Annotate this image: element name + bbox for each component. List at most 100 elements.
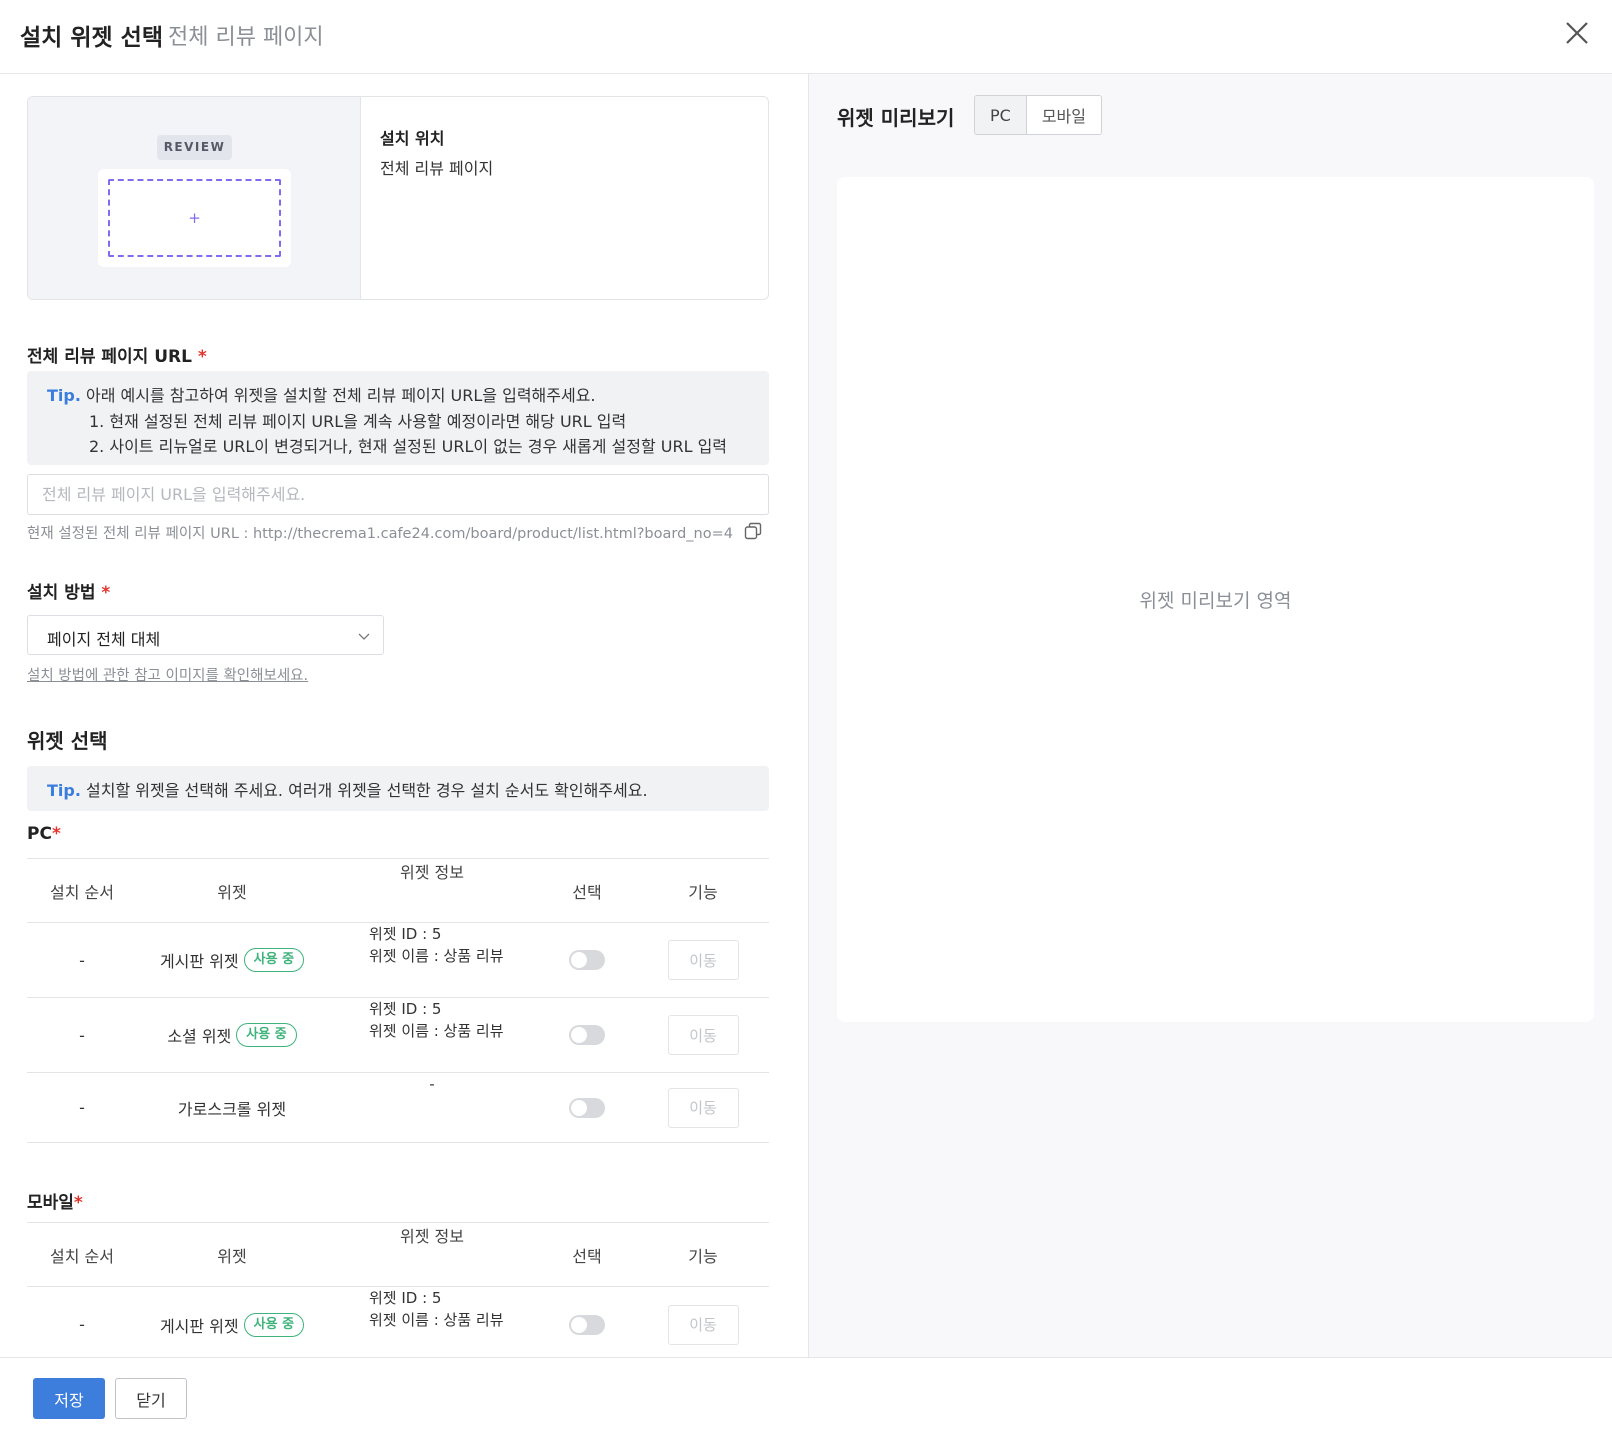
install-method-help-link[interactable]: 설치 방법에 관한 참고 이미지를 확인해보세요.	[27, 664, 308, 685]
tip-label: Tip.	[47, 781, 81, 800]
widget-name-cell: 게시판 위젯 사용 중	[137, 923, 327, 997]
tip-text: 아래 예시를 참고하여 위젯을 설치할 전체 리뷰 페이지 URL을 입력해주세…	[86, 386, 596, 405]
location-illustration: REVIEW +	[28, 97, 361, 299]
move-button[interactable]: 이동	[667, 1015, 739, 1055]
column-header-select: 선택	[572, 1246, 602, 1266]
widget-select-toggle[interactable]	[569, 1097, 605, 1118]
table-row: - 게시판 위젯 사용 중 위젯 ID : 5 위젯 이름 : 상품 리뷰 이동	[27, 923, 769, 998]
install-method-value: 페이지 전체 대체	[47, 630, 161, 649]
table-row: - 가로스크롤 위젯 - 이동	[27, 1073, 769, 1143]
current-url-text: 현재 설정된 전체 리뷰 페이지 URL : http://thecrema1.…	[27, 526, 733, 542]
widget-id: 위젯 ID : 5	[369, 925, 442, 943]
tab-mobile[interactable]: 모바일	[1026, 96, 1101, 134]
column-header-info: 위젯 정보	[400, 1227, 464, 1246]
mobile-label-text: 모바일	[27, 1193, 74, 1213]
settings-panel: REVIEW + 설치 위치 전체 리뷰 페이지 전체 리뷰 페이지 URL *…	[0, 74, 808, 1357]
location-value: 전체 리뷰 페이지	[380, 159, 494, 178]
tip-label: Tip.	[47, 386, 81, 405]
required-mark: *	[197, 347, 207, 367]
select-cell	[537, 998, 637, 1072]
illustration-frame: +	[98, 169, 291, 267]
widget-name: 게시판 위젯	[159, 1316, 239, 1336]
widget-title: 위젯 이름 : 상품 리뷰	[369, 947, 504, 965]
toggle-knob	[571, 1027, 587, 1043]
install-order: -	[79, 950, 85, 970]
review-page-url-input[interactable]	[27, 474, 769, 515]
url-tip-line-3: 2. 사이트 리뉴얼로 URL이 변경되거나, 현재 설정된 URL이 없는 경…	[89, 437, 728, 456]
table-row: - 소셜 위젯 사용 중 위젯 ID : 5 위젯 이름 : 상품 리뷰 이동	[27, 998, 769, 1073]
widget-id: 위젯 ID : 5	[369, 1000, 442, 1018]
column-header-select: 선택	[572, 882, 602, 902]
select-cell	[537, 1073, 637, 1142]
toggle-knob	[571, 1099, 587, 1116]
move-button[interactable]: 이동	[667, 1304, 739, 1345]
toggle-knob	[571, 952, 587, 968]
move-button[interactable]: 이동	[667, 1087, 739, 1128]
widget-tip-box: Tip. 설치할 위젯을 선택해 주세요. 여러개 위젯을 선택한 경우 설치 …	[27, 766, 769, 811]
widget-name: 소셜 위젯	[167, 1027, 232, 1046]
close-button[interactable]: 닫기	[115, 1378, 187, 1419]
method-label-text: 설치 방법	[27, 583, 96, 603]
widget-name-cell: 소셜 위젯 사용 중	[137, 998, 327, 1072]
modal-header: 설치 위젯 선택 전체 리뷰 페이지	[0, 0, 1612, 74]
widget-name-cell: 게시판 위젯 사용 중	[137, 1287, 327, 1357]
widget-select-toggle[interactable]	[569, 1025, 605, 1045]
widget-info-cell: -	[327, 1073, 537, 1142]
toggle-knob	[571, 1316, 587, 1333]
widget-info-cell: 위젯 ID : 5 위젯 이름 : 상품 리뷰	[327, 998, 537, 1072]
pc-table-label: PC*	[27, 824, 61, 844]
install-method-select[interactable]: 페이지 전체 대체	[27, 615, 384, 655]
in-use-badge: 사용 중	[236, 1023, 297, 1047]
save-button[interactable]: 저장	[33, 1378, 105, 1419]
column-header-function: 기능	[688, 882, 718, 902]
preview-device-toggle: PC 모바일	[974, 95, 1102, 135]
review-badge: REVIEW	[157, 135, 232, 160]
widget-name-cell: 가로스크롤 위젯	[137, 1073, 327, 1142]
function-cell: 이동	[637, 1287, 769, 1357]
widget-title: 위젯 이름 : 상품 리뷰	[369, 1311, 504, 1329]
widget-slot-placeholder: +	[108, 179, 281, 257]
widget-select-toggle[interactable]	[569, 950, 605, 970]
widget-info-cell: 위젯 ID : 5 위젯 이름 : 상품 리뷰	[327, 923, 537, 997]
widget-info-cell: 위젯 ID : 5 위젯 이름 : 상품 리뷰	[327, 1287, 537, 1357]
function-cell: 이동	[637, 998, 769, 1072]
method-section-label: 설치 방법 *	[27, 578, 110, 603]
preview-title: 위젯 미리보기	[837, 106, 955, 130]
close-icon[interactable]	[1562, 18, 1592, 48]
modal-subtitle: 전체 리뷰 페이지	[168, 25, 324, 50]
move-button[interactable]: 이동	[667, 940, 739, 980]
widget-id: 위젯 ID : 5	[369, 1289, 442, 1307]
install-location-card: REVIEW + 설치 위치 전체 리뷰 페이지	[27, 96, 769, 300]
tab-pc[interactable]: PC	[975, 96, 1027, 134]
widget-info-empty: -	[429, 1075, 435, 1093]
url-tip-line-2: 1. 현재 설정된 전체 리뷰 페이지 URL을 계속 사용할 예정이라면 해당…	[89, 412, 627, 431]
widget-section-title: 위젯 선택	[27, 729, 108, 753]
modal-footer: 저장 닫기	[0, 1357, 1612, 1432]
widget-select-toggle[interactable]	[569, 1314, 605, 1335]
modal-title: 설치 위젯 선택	[20, 25, 163, 51]
widget-name: 게시판 위젯	[159, 952, 239, 971]
column-header-order: 설치 순서	[50, 1246, 114, 1266]
mobile-table-label: 모바일*	[27, 1188, 83, 1213]
install-order: -	[79, 1315, 85, 1334]
column-header-widget: 위젯	[217, 882, 247, 902]
select-cell	[537, 1287, 637, 1357]
location-label: 설치 위치	[380, 129, 445, 148]
copy-icon[interactable]	[744, 522, 762, 540]
preview-panel: 위젯 미리보기 PC 모바일 위젯 미리보기 영역	[808, 74, 1612, 1357]
widget-title: 위젯 이름 : 상품 리뷰	[369, 1022, 504, 1040]
required-mark: *	[101, 583, 111, 603]
url-section-label: 전체 리뷰 페이지 URL *	[27, 342, 207, 367]
tip-text: 설치할 위젯을 선택해 주세요. 여러개 위젯을 선택한 경우 설치 순서도 확…	[86, 781, 648, 800]
install-order: -	[79, 1025, 85, 1045]
preview-area: 위젯 미리보기 영역	[837, 177, 1594, 1022]
pc-label-text: PC	[27, 824, 52, 844]
in-use-badge: 사용 중	[243, 1312, 305, 1337]
column-header-function: 기능	[688, 1246, 718, 1266]
table-row: - 게시판 위젯 사용 중 위젯 ID : 5 위젯 이름 : 상품 리뷰 이동	[27, 1287, 769, 1357]
preview-placeholder: 위젯 미리보기 영역	[1139, 590, 1292, 612]
widget-name: 가로스크롤 위젯	[177, 1099, 287, 1119]
column-header-order: 설치 순서	[50, 882, 114, 902]
in-use-badge: 사용 중	[243, 948, 305, 972]
select-cell	[537, 923, 637, 997]
